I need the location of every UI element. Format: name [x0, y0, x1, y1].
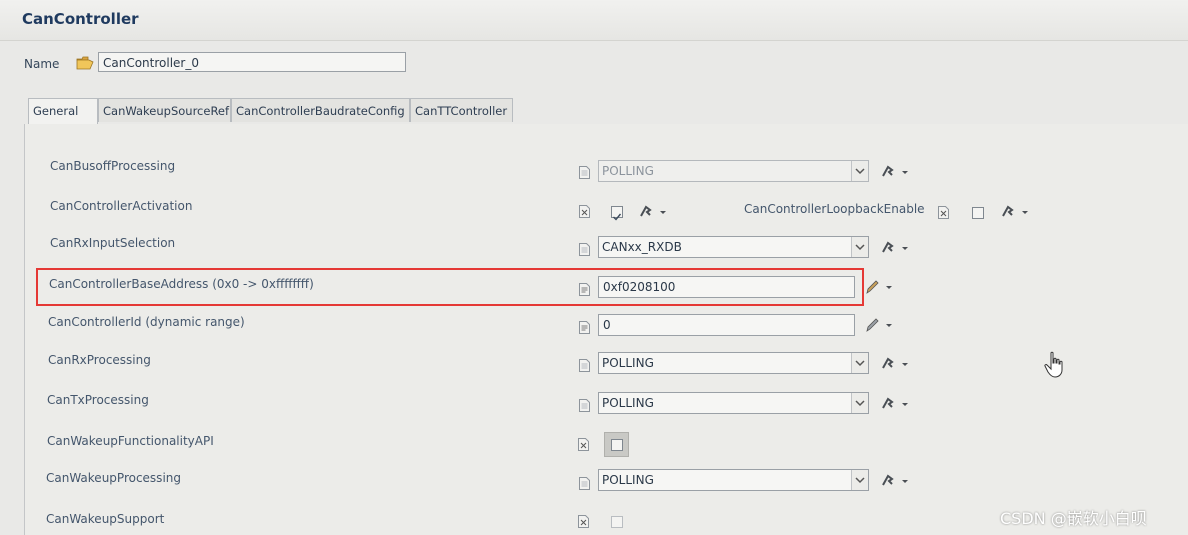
- canbusoffprocessing-select[interactable]: POLLING: [598, 160, 869, 182]
- document-edit-icon: [579, 321, 590, 334]
- document-icon: [579, 166, 590, 179]
- editor-header: CanController: [0, 0, 1188, 41]
- cancontrollerid-input[interactable]: 0: [598, 314, 855, 336]
- config-dropdown-icon[interactable]: [880, 396, 910, 412]
- canwakeupsupport-checkbox[interactable]: [611, 516, 623, 528]
- document-x-icon: [579, 205, 590, 218]
- tab-strip: General CanWakeupSourceRef CanController…: [24, 98, 1188, 125]
- name-label: Name: [24, 57, 60, 71]
- canwakeupsupport-label: CanWakeupSupport: [46, 512, 165, 526]
- canrxinputselection-value: CANxx_RXDB: [602, 240, 682, 254]
- pencil-dropdown-icon[interactable]: [864, 317, 894, 333]
- chevron-down-icon[interactable]: [851, 393, 868, 413]
- document-icon: [579, 477, 590, 490]
- folder-open-icon: [76, 56, 94, 70]
- cancontrollerloopbackenable-label: CanControllerLoopbackEnable: [744, 202, 925, 216]
- cancontrollerbaseaddress-label: CanControllerBaseAddress (0x0 -> 0xfffff…: [49, 277, 314, 291]
- canwakeupfunctionalityapi-label: CanWakeupFunctionalityAPI: [47, 434, 214, 448]
- canwakeupprocessing-label: CanWakeupProcessing: [46, 471, 181, 485]
- config-dropdown-icon[interactable]: [638, 204, 668, 220]
- config-dropdown-icon[interactable]: [880, 356, 910, 372]
- tab-canttcontroller[interactable]: CanTTController: [410, 98, 513, 122]
- canwakeupfunctionalityapi-checkbox[interactable]: [611, 439, 623, 451]
- document-icon: [579, 359, 590, 372]
- tab-general[interactable]: General: [28, 98, 98, 124]
- tab-cancontrollerbaudrateconfig[interactable]: CanControllerBaudrateConfig: [231, 98, 410, 122]
- cantxprocessing-select[interactable]: POLLING: [598, 392, 869, 414]
- canrxinputselection-label: CanRxInputSelection: [50, 236, 176, 250]
- cantxprocessing-label: CanTxProcessing: [47, 393, 149, 407]
- document-edit-icon: [579, 283, 590, 296]
- cancontrolleractivation-label: CanControllerActivation: [50, 199, 193, 213]
- canwakeupfunctionalityapi-checkbox-focus[interactable]: [604, 432, 629, 457]
- cancontrollerloopbackenable-checkbox[interactable]: [972, 207, 984, 219]
- cancontrollerbaseaddress-input[interactable]: 0xf0208100: [598, 276, 855, 298]
- document-x-icon: [578, 438, 589, 451]
- document-icon: [579, 243, 590, 256]
- canbusoffprocessing-label: CanBusoffProcessing: [50, 159, 176, 173]
- pencil-dropdown-icon[interactable]: [864, 279, 894, 295]
- document-icon: [579, 399, 590, 412]
- page-title: CanController: [22, 10, 139, 28]
- config-dropdown-icon[interactable]: [880, 164, 910, 180]
- config-dropdown-icon[interactable]: [880, 240, 910, 256]
- config-dropdown-icon[interactable]: [880, 473, 910, 489]
- tab-canwakeupsourceref[interactable]: CanWakeupSourceRef: [98, 98, 231, 122]
- document-x-icon: [938, 206, 949, 219]
- cancontrollerid-label: CanControllerId (dynamic range): [48, 315, 245, 329]
- cancontrolleractivation-checkbox[interactable]: [611, 206, 623, 221]
- cantxprocessing-value: POLLING: [602, 396, 654, 410]
- canrxprocessing-label: CanRxProcessing: [48, 353, 151, 367]
- canwakeupprocessing-value: POLLING: [602, 473, 654, 487]
- hand-cursor-icon: [1044, 351, 1063, 378]
- canrxinputselection-select[interactable]: CANxx_RXDB: [598, 236, 869, 258]
- config-dropdown-icon[interactable]: [1000, 204, 1030, 220]
- chevron-down-icon[interactable]: [851, 353, 868, 373]
- name-input[interactable]: CanController_0: [98, 52, 406, 72]
- chevron-down-icon[interactable]: [851, 470, 868, 490]
- canrxprocessing-select[interactable]: POLLING: [598, 352, 869, 374]
- document-x-icon: [578, 515, 589, 528]
- canrxprocessing-value: POLLING: [602, 356, 654, 370]
- chevron-down-icon[interactable]: [851, 161, 868, 181]
- canbusoffprocessing-value: POLLING: [602, 164, 654, 178]
- canwakeupprocessing-select[interactable]: POLLING: [598, 469, 869, 491]
- chevron-down-icon[interactable]: [851, 237, 868, 257]
- watermark: CSDN @嵌软小白呗: [1000, 509, 1147, 528]
